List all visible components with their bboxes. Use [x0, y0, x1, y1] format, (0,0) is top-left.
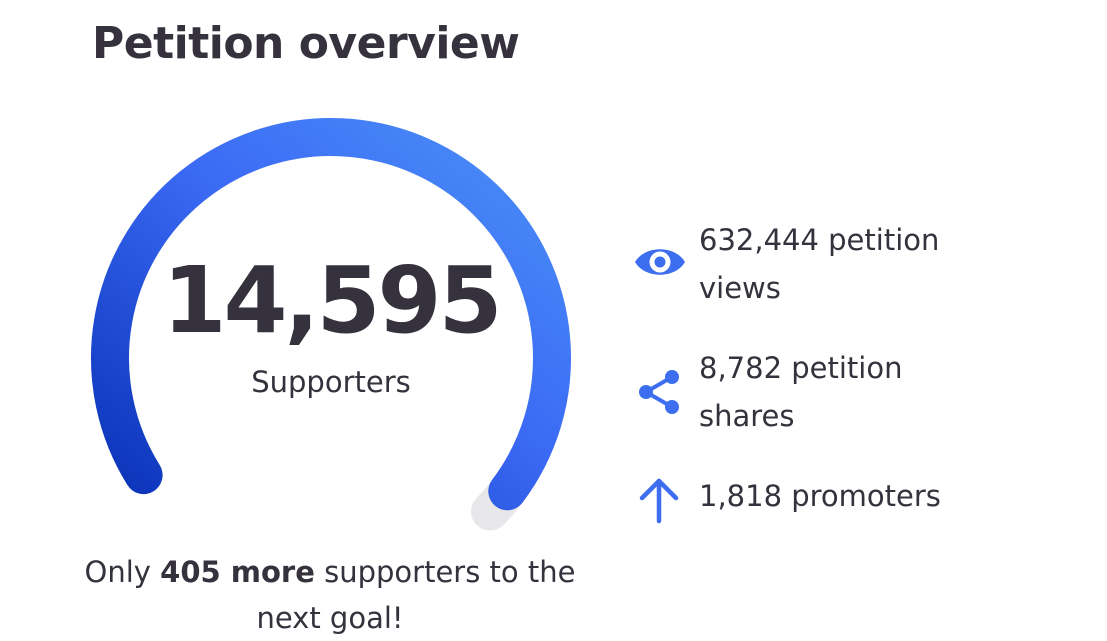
stat-promoters-text: 1,818 promoters	[699, 479, 941, 513]
supporter-count: 14,595	[162, 247, 502, 354]
supporter-count-label: Supporters	[251, 365, 411, 399]
goal-message-prefix: Only	[84, 555, 161, 589]
stat-views-text: 632,444 petition views	[699, 223, 940, 305]
eye-icon	[635, 249, 685, 275]
arrow-up-icon	[639, 478, 679, 524]
page-title: Petition overview	[92, 18, 520, 69]
stat-shares-text: 8,782 petition shares	[699, 351, 903, 433]
goal-remaining-count: 405 more	[160, 555, 315, 589]
stat-shares: 8,782 petition shares	[632, 344, 1032, 472]
share-icon	[639, 370, 679, 414]
stat-views: 632,444 petition views	[632, 216, 1032, 344]
goal-message: Only 405 more supporters to the next goa…	[80, 549, 580, 641]
supporters-gauge: 14,595 Supporters	[86, 118, 576, 531]
stat-promoters: 1,818 promoters	[632, 472, 1032, 532]
petition-stats: 632,444 petition views 8,782 petition sh…	[632, 216, 1032, 532]
